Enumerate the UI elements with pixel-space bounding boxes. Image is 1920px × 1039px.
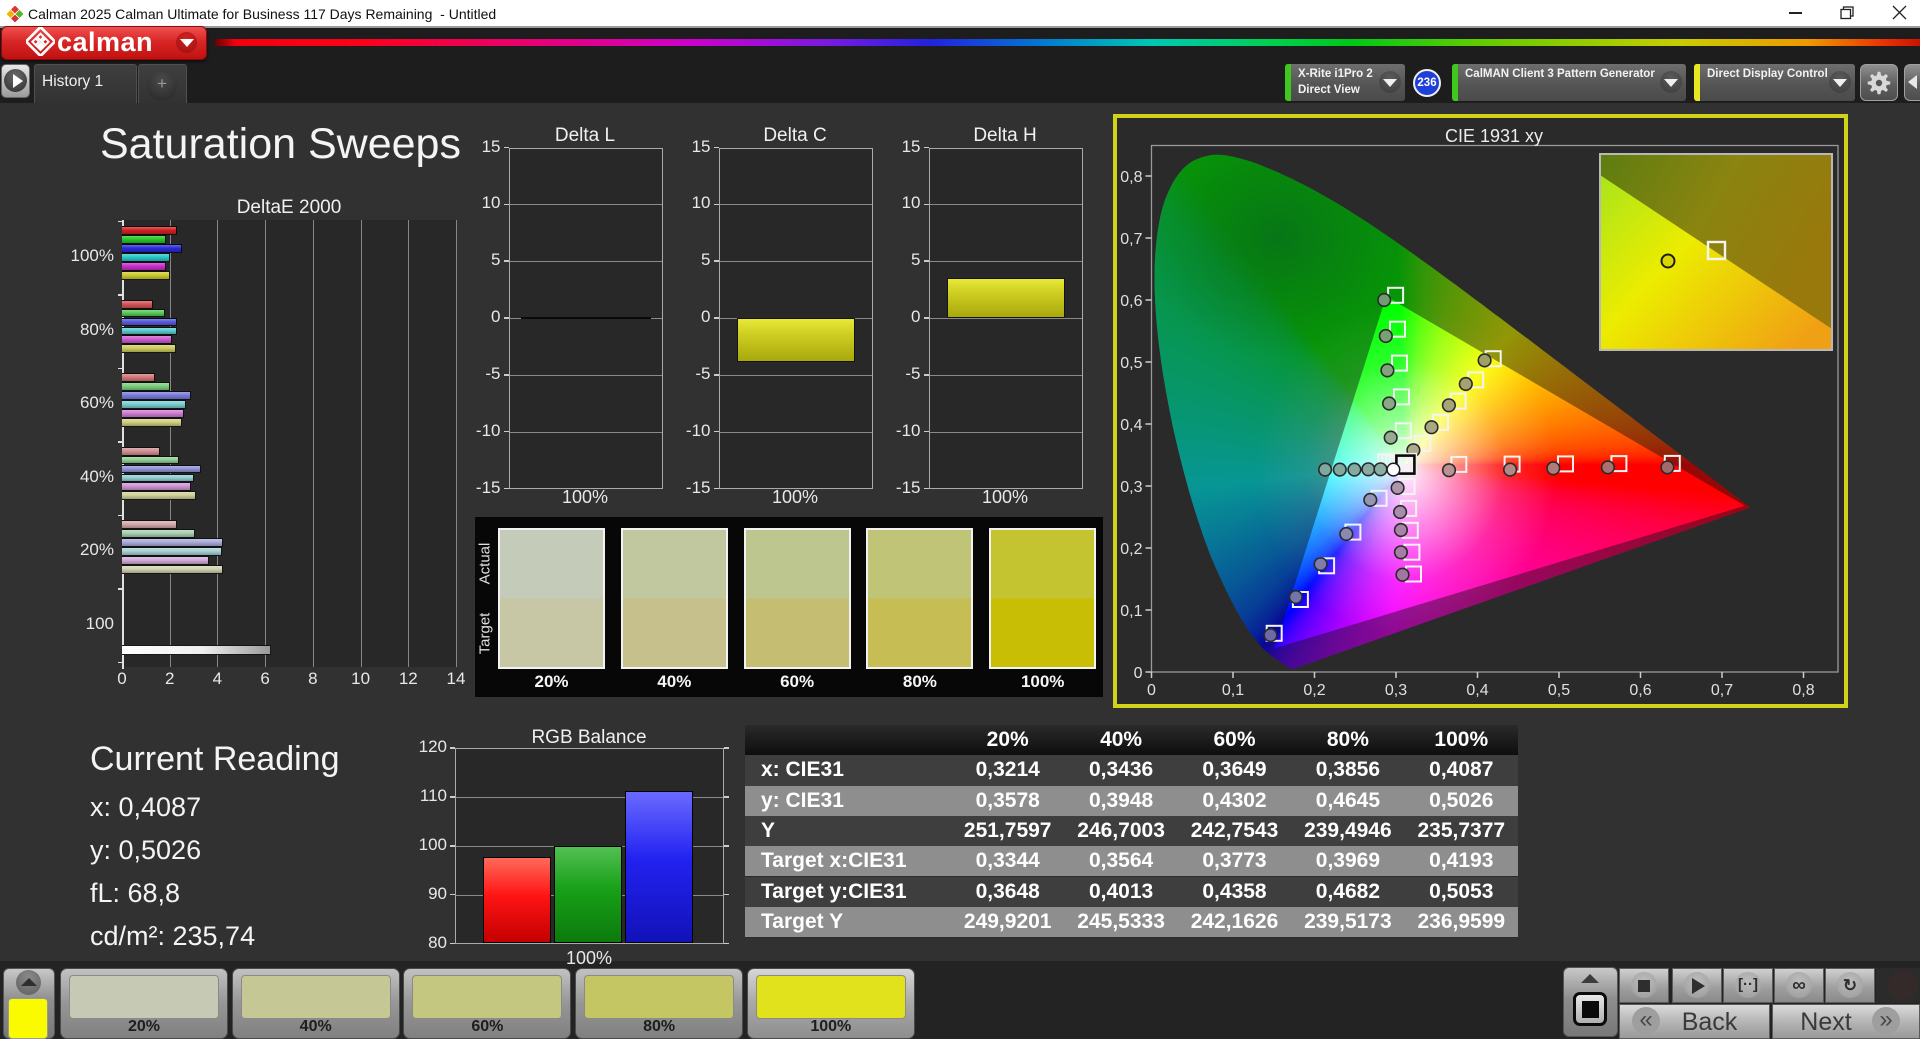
svg-text:0,1: 0,1 <box>1120 603 1142 620</box>
svg-text:0: 0 <box>1147 682 1156 699</box>
svg-text:0,5: 0,5 <box>1120 355 1142 372</box>
svg-text:0,6: 0,6 <box>1629 682 1651 699</box>
svg-text:0: 0 <box>1134 665 1143 682</box>
svg-text:0,7: 0,7 <box>1120 231 1142 248</box>
svg-text:0,2: 0,2 <box>1120 541 1142 558</box>
svg-text:0,5: 0,5 <box>1548 682 1570 699</box>
svg-text:0,4: 0,4 <box>1466 682 1488 699</box>
svg-text:CIE 1931 xy: CIE 1931 xy <box>1445 126 1543 146</box>
svg-text:0,3: 0,3 <box>1120 479 1142 496</box>
svg-text:0,3: 0,3 <box>1385 682 1407 699</box>
svg-text:0,8: 0,8 <box>1792 682 1814 699</box>
svg-text:0,2: 0,2 <box>1303 682 1325 699</box>
svg-text:0,1: 0,1 <box>1222 682 1244 699</box>
svg-text:0,8: 0,8 <box>1120 169 1142 186</box>
svg-text:0,7: 0,7 <box>1711 682 1733 699</box>
svg-text:0,4: 0,4 <box>1120 417 1142 434</box>
svg-text:0,6: 0,6 <box>1120 293 1142 310</box>
